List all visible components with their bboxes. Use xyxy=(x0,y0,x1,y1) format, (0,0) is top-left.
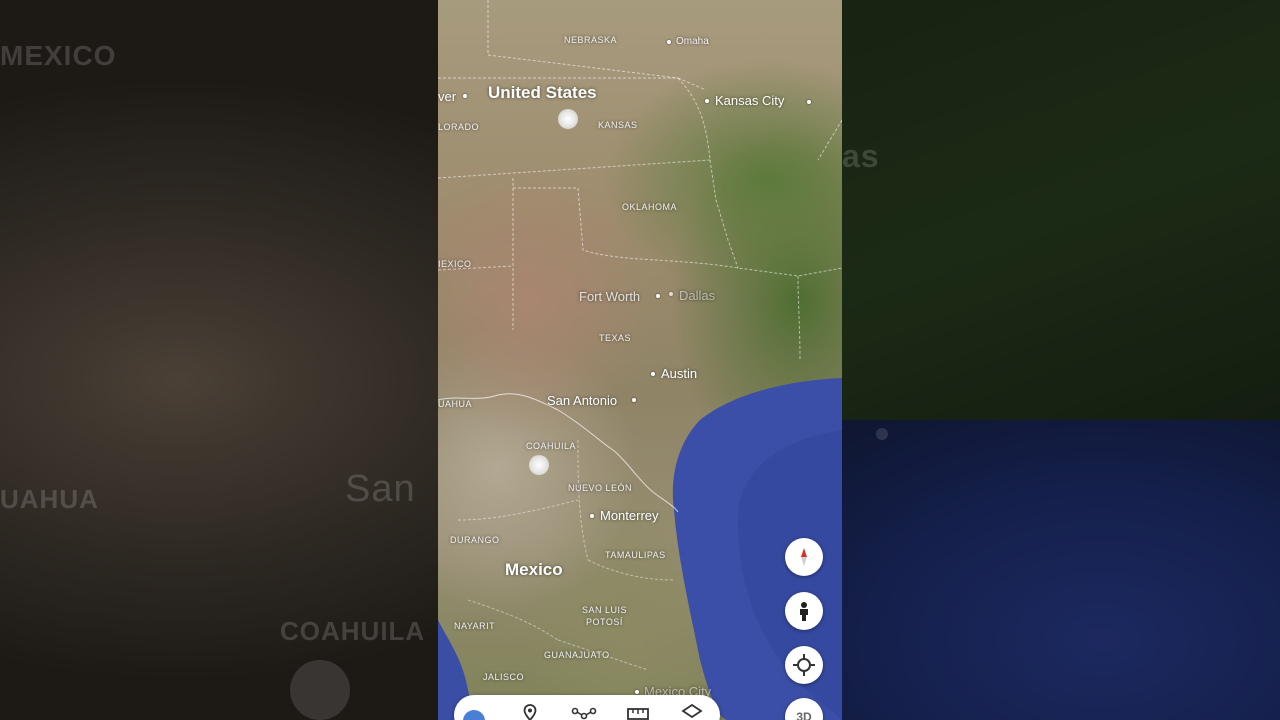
view-3d-label: 3D xyxy=(796,710,812,720)
map-geography xyxy=(438,0,842,720)
measure-button[interactable] xyxy=(624,703,652,720)
label-kansas-city: Kansas City xyxy=(715,93,785,108)
city-dot-fort-worth xyxy=(656,294,660,298)
label-dallas: Dallas xyxy=(679,288,716,303)
label-colorado: LORADO xyxy=(438,122,480,132)
label-coahuila: COAHUILA xyxy=(526,441,577,451)
path-icon xyxy=(571,707,597,720)
city-dot-monterrey xyxy=(590,514,594,518)
label-austin: Austin xyxy=(661,366,698,381)
add-path-button[interactable] xyxy=(570,703,598,720)
city-dot-san-antonio xyxy=(632,398,636,402)
earth-button[interactable] xyxy=(460,703,488,720)
label-guanajuato: GUANAJUATO xyxy=(544,650,610,660)
background-land-right xyxy=(842,0,1280,430)
background-label-san: San xyxy=(345,468,416,510)
label-new-mexico: IEXICO xyxy=(438,259,472,269)
label-mexico: Mexico xyxy=(505,560,563,579)
label-fort-worth: Fort Worth xyxy=(579,289,641,304)
city-dot-austin xyxy=(651,372,655,376)
background-dot xyxy=(876,428,888,440)
pegman-icon xyxy=(800,602,808,621)
label-nebraska: NEBRASKA xyxy=(564,35,618,45)
label-nayarit: NAYARIT xyxy=(454,621,496,631)
city-dot-mexico-city xyxy=(635,690,639,694)
ruler-icon xyxy=(627,708,649,720)
street-view-button[interactable] xyxy=(785,592,823,630)
label-kansas: KANSAS xyxy=(598,120,638,130)
layers-icon xyxy=(681,703,703,719)
city-dot-omaha xyxy=(667,40,671,44)
label-omaha: Omaha xyxy=(676,36,709,47)
location-marker-2[interactable] xyxy=(529,455,549,475)
background-marker xyxy=(290,660,350,720)
label-united-states: United States xyxy=(488,83,597,102)
label-tamaulipas: TAMAULIPAS xyxy=(605,550,666,560)
compass-button[interactable] xyxy=(785,538,823,576)
compass-icon xyxy=(801,548,807,566)
bottom-toolbar xyxy=(454,695,720,720)
background-label-partial: as xyxy=(842,138,880,174)
city-dot-kansas-city xyxy=(705,99,709,103)
layers-button[interactable] xyxy=(678,703,706,720)
label-chihuahua: UAHUA xyxy=(438,399,473,409)
label-san-luis-potosi-line1: SAN LUIS xyxy=(582,605,628,615)
label-san-antonio: San Antonio xyxy=(547,393,618,408)
crosshair-icon xyxy=(793,654,815,676)
add-place-button[interactable] xyxy=(516,703,544,720)
background-label-mexico: MEXICO xyxy=(0,40,117,71)
city-dot-denver xyxy=(463,94,467,98)
place-pin-icon xyxy=(523,704,537,720)
city-dot-east xyxy=(807,100,811,104)
label-monterrey: Monterrey xyxy=(600,508,659,523)
location-marker[interactable] xyxy=(558,109,578,129)
us-mexico-border xyxy=(438,393,679,513)
label-texas: TEXAS xyxy=(599,333,632,343)
label-san-luis-potosi-line2: POTOSÍ xyxy=(586,617,623,627)
label-oklahoma: OKLAHOMA xyxy=(622,202,678,212)
city-dot-dallas xyxy=(669,292,673,296)
label-durango: DURANGO xyxy=(450,535,500,545)
label-denver: ver xyxy=(438,89,457,104)
state-borders xyxy=(438,0,842,361)
background-label-coahuila: COAHUILA xyxy=(280,616,426,646)
label-nuevo-leon: NUEVO LEÓN xyxy=(568,483,633,493)
background-label-chihuahua: UAHUA xyxy=(0,484,99,514)
label-jalisco: JALISCO xyxy=(483,672,525,682)
earth-icon xyxy=(463,710,485,720)
satellite-map[interactable]: NEBRASKA Omaha ver United States LORADO … xyxy=(438,0,842,720)
my-location-button[interactable] xyxy=(785,646,823,684)
background-gulf xyxy=(842,420,1280,720)
